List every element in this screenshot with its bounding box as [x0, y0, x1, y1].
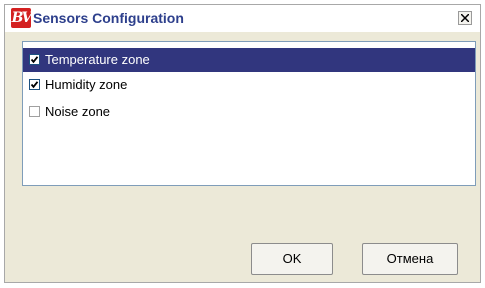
ok-button[interactable]: OK: [251, 243, 333, 275]
dialog-title: Sensors Configuration: [33, 10, 184, 26]
close-icon: [461, 14, 469, 22]
list-item-temperature-zone[interactable]: Temperature zone: [23, 48, 475, 72]
humidity-zone-checkbox[interactable]: [29, 79, 40, 90]
noise-zone-checkbox[interactable]: [29, 106, 40, 117]
cancel-button[interactable]: Отмена: [362, 243, 458, 275]
list-item-noise-zone[interactable]: Noise zone: [23, 100, 475, 124]
list-item-label: Noise zone: [45, 104, 111, 119]
list-item-humidity-zone[interactable]: Humidity zone: [23, 73, 475, 97]
list-item-label: Humidity zone: [45, 77, 128, 92]
app-logo-icon: BV: [11, 8, 32, 28]
checkmark-icon: [30, 81, 39, 89]
title-bar[interactable]: BV Sensors Configuration: [5, 5, 480, 32]
checkmark-icon: [30, 56, 39, 64]
sensor-zone-list[interactable]: Temperature zone Humidity zone Noise zon…: [22, 41, 476, 186]
temperature-zone-checkbox[interactable]: [29, 54, 40, 65]
close-button[interactable]: [458, 11, 472, 25]
sensors-config-dialog: BV Sensors Configuration Temperature zon…: [4, 4, 481, 283]
list-item-label: Temperature zone: [45, 52, 150, 67]
